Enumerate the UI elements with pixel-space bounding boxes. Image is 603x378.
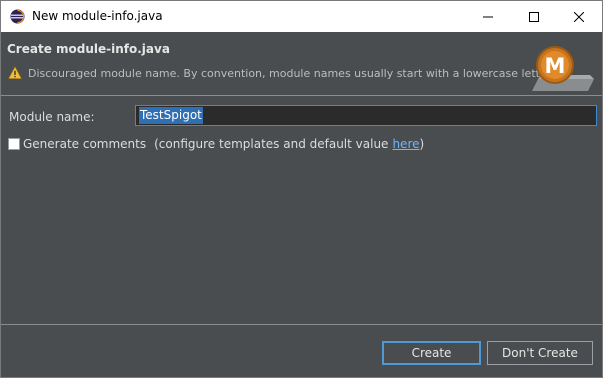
dont-create-button[interactable]: Don't Create	[487, 341, 593, 365]
eclipse-icon	[10, 9, 25, 24]
minimize-icon	[483, 16, 493, 17]
separator	[1, 324, 602, 325]
dont-create-button-label: Don't Create	[502, 346, 578, 360]
title-bar[interactable]: New module-info.java	[1, 1, 602, 32]
configure-close: )	[419, 137, 425, 151]
close-icon	[574, 11, 584, 22]
configure-text: (configure templates and default value	[154, 137, 389, 151]
create-button-label: Create	[411, 346, 452, 360]
header-banner: Create module-info.java Discouraged modu…	[1, 32, 602, 94]
generate-comments-row: Generate comments (configure templates a…	[8, 137, 424, 151]
maximize-button[interactable]	[511, 1, 557, 32]
dialog-window: New module-info.java Create module-info.…	[0, 0, 603, 378]
close-button[interactable]	[556, 1, 602, 32]
configure-templates-link[interactable]: here	[392, 137, 419, 151]
logo-letter: M	[545, 54, 566, 78]
warning-message: Discouraged module name. By convention, …	[8, 66, 551, 80]
warning-icon	[8, 66, 22, 79]
create-button[interactable]: Create	[382, 341, 481, 365]
window-title: New module-info.java	[32, 9, 163, 23]
separator	[1, 95, 602, 96]
minimize-button[interactable]	[465, 1, 511, 32]
generate-comments-checkbox[interactable]	[8, 138, 20, 150]
banner-title: Create module-info.java	[7, 42, 170, 56]
warning-text: Discouraged module name. By convention, …	[28, 66, 552, 80]
module-wizard-logo: M	[532, 46, 594, 91]
module-name-label: Module name:	[9, 110, 95, 124]
module-name-value: TestSpigot	[139, 107, 203, 124]
maximize-icon	[529, 11, 539, 22]
module-name-input[interactable]: TestSpigot	[135, 105, 597, 126]
generate-comments-label[interactable]: Generate comments	[23, 137, 146, 151]
